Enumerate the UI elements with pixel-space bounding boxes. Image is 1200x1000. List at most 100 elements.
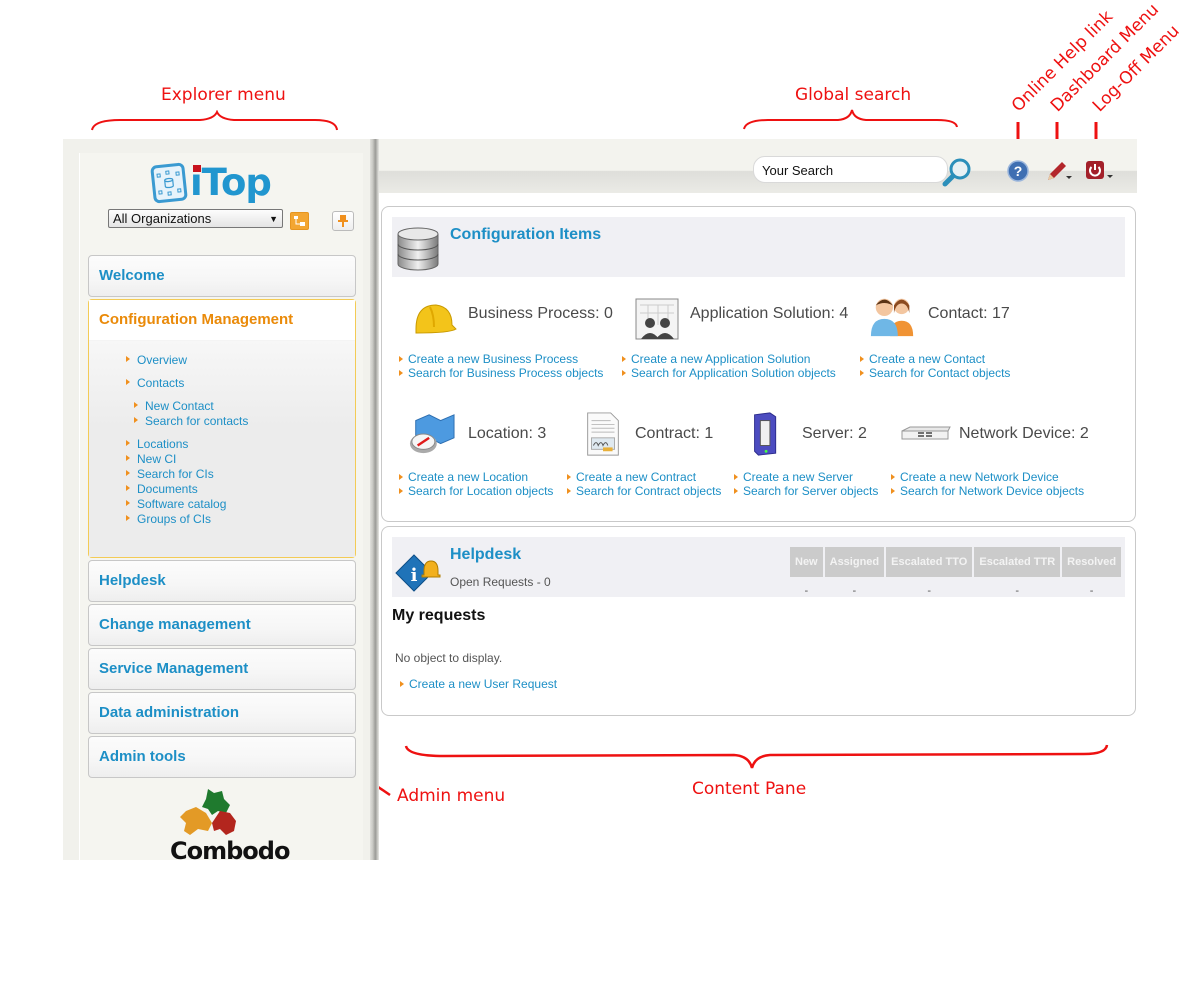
search-business-process-link[interactable]: Search for Business Process objects bbox=[398, 366, 603, 380]
create-user-request-link-wrap: Create a new User Request bbox=[399, 677, 557, 691]
annotation-global-search: Global search bbox=[795, 85, 912, 105]
ci-count-label: Business Process: 0 bbox=[468, 305, 613, 322]
menu-group-data-administration[interactable]: Data administration bbox=[88, 692, 356, 734]
search-network-device-link[interactable]: Search for Network Device objects bbox=[890, 484, 1084, 498]
create-business-process-link[interactable]: Create a new Business Process bbox=[398, 352, 603, 366]
status-count[interactable]: - bbox=[825, 577, 885, 599]
svg-text:?: ? bbox=[1014, 163, 1023, 179]
create-contract-link[interactable]: Create a new Contract bbox=[566, 470, 721, 484]
menu-group-label[interactable]: Change management bbox=[89, 605, 355, 645]
ci-network-device-links: Create a new Network Device Search for N… bbox=[890, 470, 1084, 498]
ci-count-label: Network Device: 2 bbox=[959, 425, 1089, 442]
database-icon bbox=[397, 227, 439, 271]
menu-item-overview[interactable]: Overview bbox=[119, 353, 355, 368]
power-icon[interactable] bbox=[1085, 160, 1115, 182]
search-icon[interactable] bbox=[941, 156, 973, 188]
helpdesk-dashlet: i Helpdesk Open Requests - 0 New Assigne… bbox=[381, 526, 1136, 716]
configuration-items-dashlet: Configuration Items Business Process: 0 … bbox=[381, 206, 1136, 522]
hard-hat-icon bbox=[415, 304, 457, 334]
menu-group-label[interactable]: Admin tools bbox=[89, 737, 355, 777]
ci-count-label: Server: 2 bbox=[802, 425, 867, 442]
contact-people-icon bbox=[870, 298, 914, 337]
menu-group-admin-tools[interactable]: Admin tools bbox=[88, 736, 356, 778]
menu-group-change-management[interactable]: Change management bbox=[88, 604, 356, 646]
status-column-header: New bbox=[790, 547, 823, 577]
menu-group-configuration-management[interactable]: Configuration Management Overview Contac… bbox=[88, 299, 356, 558]
explorer-menu: iTop All Organizations ▼ Welcome Configu… bbox=[63, 139, 373, 865]
ci-count-label: Location: 3 bbox=[468, 425, 547, 442]
org-tree-icon bbox=[294, 216, 305, 226]
ci-server-links: Create a new Server Search for Server ob… bbox=[733, 470, 878, 498]
helpdesk-info-bell-icon: i bbox=[395, 554, 441, 592]
contract-document-icon bbox=[587, 412, 619, 456]
status-count[interactable]: - bbox=[974, 577, 1060, 599]
status-count[interactable]: - bbox=[790, 577, 823, 599]
dashlet-title: Helpdesk bbox=[450, 546, 522, 563]
menu-item-software-catalog[interactable]: Software catalog bbox=[119, 497, 355, 512]
status-column-header: Resolved bbox=[1062, 547, 1122, 577]
empty-list-message: No object to display. bbox=[395, 651, 503, 665]
menu-group-helpdesk[interactable]: Helpdesk bbox=[88, 560, 356, 602]
status-count[interactable]: - bbox=[1062, 577, 1121, 599]
ci-business-process-links: Create a new Business Process Search for… bbox=[398, 352, 603, 380]
menu-item-locations[interactable]: Locations bbox=[119, 437, 355, 452]
global-search-brace bbox=[743, 109, 958, 130]
ci-contract-links: Create a new Contract Search for Contrac… bbox=[566, 470, 721, 498]
combodo-logo[interactable]: Combodo bbox=[168, 785, 290, 871]
menu-group-label[interactable]: Welcome bbox=[89, 256, 355, 296]
menu-item-search-cis[interactable]: Search for CIs bbox=[119, 467, 355, 482]
pin-menu-button[interactable] bbox=[332, 211, 354, 231]
application-solution-icon bbox=[635, 298, 679, 340]
create-application-solution-link[interactable]: Create a new Application Solution bbox=[621, 352, 836, 366]
dashlet-header: i Helpdesk Open Requests - 0 New Assigne… bbox=[392, 537, 1125, 597]
request-status-table: New Assigned Escalated TTO Escalated TTR… bbox=[788, 547, 1123, 599]
ci-count-label: Contract: 1 bbox=[635, 425, 714, 442]
search-server-link[interactable]: Search for Server objects bbox=[733, 484, 878, 498]
sidebar-splitter[interactable] bbox=[370, 139, 379, 860]
sidebar-panel: iTop All Organizations ▼ Welcome Configu… bbox=[79, 153, 363, 865]
create-user-request-link[interactable]: Create a new User Request bbox=[399, 677, 557, 691]
chevron-down-icon: ▼ bbox=[269, 213, 278, 224]
menu-item-groups-of-cis[interactable]: Groups of CIs bbox=[119, 512, 355, 527]
menu-group-label[interactable]: Service Management bbox=[89, 649, 355, 689]
search-contact-link[interactable]: Search for Contact objects bbox=[859, 366, 1010, 380]
menu-item-new-contact[interactable]: New Contact bbox=[119, 399, 355, 414]
organization-select-value: All Organizations bbox=[113, 211, 212, 226]
help-icon[interactable]: ? bbox=[1007, 160, 1029, 182]
menu-group-label[interactable]: Configuration Management bbox=[89, 300, 355, 340]
menu-group-service-management[interactable]: Service Management bbox=[88, 648, 356, 690]
global-search-input[interactable]: Your Search bbox=[753, 156, 948, 183]
dashlet-title: Configuration Items bbox=[450, 226, 602, 243]
search-application-solution-link[interactable]: Search for Application Solution objects bbox=[621, 366, 836, 380]
organization-select[interactable]: All Organizations ▼ bbox=[108, 209, 283, 228]
search-location-link[interactable]: Search for Location objects bbox=[398, 484, 553, 498]
search-contract-link[interactable]: Search for Contract objects bbox=[566, 484, 721, 498]
location-map-compass-icon bbox=[409, 414, 455, 454]
itop-logo-text: iTop bbox=[190, 161, 272, 204]
menu-item-search-contacts[interactable]: Search for contacts bbox=[119, 414, 355, 429]
ci-application-solution-links: Create a new Application Solution Search… bbox=[621, 352, 836, 380]
table-row: - - - - - bbox=[790, 577, 1121, 599]
menu-group-items: Overview Contacts New Contact Search for… bbox=[89, 340, 355, 557]
menu-item-new-ci[interactable]: New CI bbox=[119, 452, 355, 467]
itop-logo[interactable]: iTop bbox=[150, 161, 272, 204]
org-tree-button[interactable] bbox=[290, 212, 309, 230]
create-contact-link[interactable]: Create a new Contact bbox=[859, 352, 1010, 366]
menu-group-welcome[interactable]: Welcome bbox=[88, 255, 356, 297]
pin-icon bbox=[338, 215, 348, 227]
combodo-lizards-icon bbox=[180, 789, 236, 835]
status-count[interactable]: - bbox=[886, 577, 972, 599]
annotation-explorer-menu: Explorer menu bbox=[161, 85, 286, 105]
create-network-device-link[interactable]: Create a new Network Device bbox=[890, 470, 1084, 484]
menu-group-label[interactable]: Helpdesk bbox=[89, 561, 355, 601]
menu-item-documents[interactable]: Documents bbox=[119, 482, 355, 497]
network-switch-icon bbox=[901, 426, 951, 440]
svg-text:i: i bbox=[411, 565, 418, 586]
menu-item-contacts[interactable]: Contacts bbox=[119, 376, 355, 391]
dashboard-pencil-icon[interactable] bbox=[1045, 159, 1073, 183]
ci-contact-links: Create a new Contact Search for Contact … bbox=[859, 352, 1010, 380]
status-column-header: Escalated TTR bbox=[974, 547, 1061, 577]
create-server-link[interactable]: Create a new Server bbox=[733, 470, 878, 484]
create-location-link[interactable]: Create a new Location bbox=[398, 470, 553, 484]
menu-group-label[interactable]: Data administration bbox=[89, 693, 355, 733]
